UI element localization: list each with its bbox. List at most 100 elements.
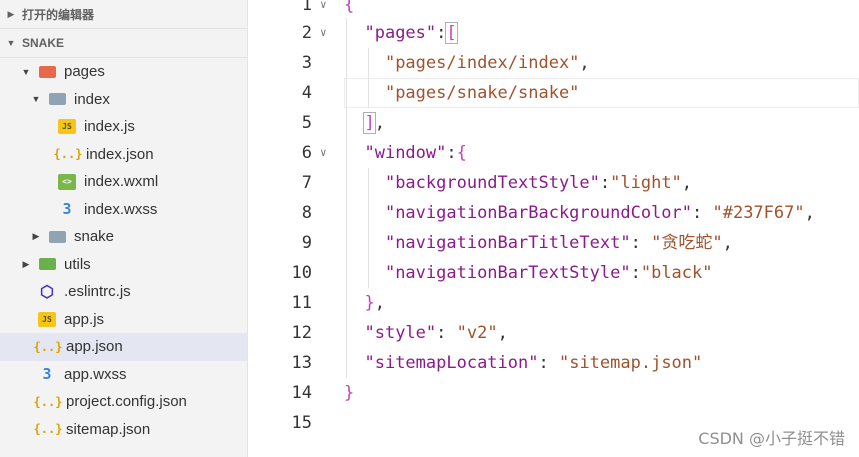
tree-item-label: utils <box>64 255 91 273</box>
bracket: [ <box>445 22 458 44</box>
tree-file-index-wxss[interactable]: 3 index.wxss <box>0 196 247 224</box>
json-key: "sitemapLocation" <box>364 353 539 373</box>
folder-icon <box>38 256 56 272</box>
open-editors-label: 打开的编辑器 <box>22 7 95 22</box>
js-file-icon: JS <box>58 119 76 135</box>
tree-file-app-js[interactable]: JS app.js <box>0 306 247 334</box>
json-file-icon: {..} <box>53 147 83 162</box>
json-string: "v2" <box>456 323 498 343</box>
chevron-down-icon[interactable]: ∨ <box>320 18 327 48</box>
code-line[interactable]: 14 } <box>248 378 859 408</box>
json-string: "pages/index/index" <box>384 53 580 73</box>
tree-file-index-wxml[interactable]: <> index.wxml <box>0 168 247 196</box>
line-number: 6 <box>301 143 312 163</box>
code-line[interactable]: 6 ∨ "window":{ <box>248 138 859 168</box>
folder-open-icon <box>38 64 56 80</box>
code-line[interactable]: 7 "backgroundTextStyle":"light", <box>248 168 859 198</box>
code-line[interactable]: 11 }, <box>248 288 859 318</box>
json-string: "贪吃蛇" <box>651 233 723 253</box>
colon: : <box>599 173 611 193</box>
tree-item-label: .eslintrc.js <box>64 283 131 301</box>
tree-file-sitemap[interactable]: {..} sitemap.json <box>0 416 247 444</box>
code-line[interactable]: 1 ∨ { <box>248 0 859 20</box>
wxml-file-icon: <> <box>58 173 76 190</box>
folder-icon <box>48 229 66 245</box>
js-file-icon: JS <box>38 311 56 327</box>
css-file-icon: 3 <box>62 200 72 219</box>
tree-file-app-wxss[interactable]: 3 app.wxss <box>0 361 247 389</box>
chevron-down-icon[interactable]: ∨ <box>320 0 327 20</box>
json-string: "light" <box>610 173 682 193</box>
code-line[interactable]: 13 "sitemapLocation": "sitemap.json" <box>248 348 859 378</box>
code-line[interactable]: 10 "navigationBarTextStyle":"black" <box>248 258 859 288</box>
line-number: 8 <box>301 203 312 223</box>
tree-file-app-json[interactable]: {..} app.json <box>0 333 247 361</box>
css-file-icon: 3 <box>42 365 52 384</box>
code-line[interactable]: 8 "navigationBarBackgroundColor": "#237F… <box>248 198 859 228</box>
open-editors-header[interactable]: ▶ 打开的编辑器 <box>0 0 247 29</box>
json-file-icon: {..} <box>33 339 63 354</box>
json-file-icon: {..} <box>33 394 63 409</box>
code-line[interactable]: 9 "navigationBarTitleText": "贪吃蛇", <box>248 228 859 258</box>
comma: , <box>374 293 385 313</box>
json-key: "backgroundTextStyle" <box>384 173 600 193</box>
line-number: 7 <box>301 173 312 193</box>
brace: { <box>344 0 355 15</box>
code-editor[interactable]: 1 ∨ { 2 ∨ "pages":[ 3 "pages/index/index… <box>248 0 859 457</box>
line-number: 13 <box>291 353 312 373</box>
line-number: 15 <box>291 413 312 433</box>
json-string: "pages/snake/snake" <box>384 83 580 103</box>
line-number: 5 <box>301 113 312 133</box>
tree-item-label: app.wxss <box>64 365 127 383</box>
tree-file-project-config[interactable]: {..} project.config.json <box>0 388 247 416</box>
tree-item-label: project.config.json <box>66 393 187 411</box>
colon: : <box>692 203 713 223</box>
tree-item-label: index.wxss <box>84 200 158 218</box>
json-key: "navigationBarTitleText" <box>384 233 631 253</box>
tree-folder-index[interactable]: ▼ index <box>0 86 247 114</box>
json-key: "navigationBarBackgroundColor" <box>384 203 692 223</box>
code-line[interactable]: 12 "style": "v2", <box>248 318 859 348</box>
comma: , <box>579 53 590 73</box>
tree-file-eslintrc[interactable]: ⬡ .eslintrc.js <box>0 278 247 306</box>
chevron-down-icon: ▼ <box>31 94 41 105</box>
project-header[interactable]: ▼ SNAKE <box>0 29 247 58</box>
json-key: "style" <box>364 323 437 343</box>
colon: : <box>436 323 457 343</box>
code-line[interactable]: 5 ], <box>248 108 859 138</box>
chevron-down-icon[interactable]: ∨ <box>320 138 327 168</box>
line-number: 9 <box>301 233 312 253</box>
chevron-right-icon: ▶ <box>32 231 40 242</box>
chevron-right-icon: ▶ <box>22 258 30 269</box>
tree-item-label: sitemap.json <box>66 420 151 438</box>
chevron-down-icon: ▼ <box>6 38 16 48</box>
colon: : <box>538 353 559 373</box>
tree-file-index-js[interactable]: JS index.js <box>0 113 247 141</box>
tree-folder-snake[interactable]: ▶ snake <box>0 223 247 251</box>
colon: : <box>630 263 641 283</box>
line-number: 1 <box>301 0 312 15</box>
json-file-icon: {..} <box>33 422 63 437</box>
code-line[interactable]: 3 "pages/index/index", <box>248 48 859 78</box>
explorer-sidebar: ▶ 打开的编辑器 ▼ SNAKE ▼ pages ▼ index JS inde… <box>0 0 248 457</box>
line-number: 11 <box>291 293 312 313</box>
comma: , <box>497 323 508 343</box>
tree-folder-pages[interactable]: ▼ pages <box>0 58 247 86</box>
code-line[interactable]: 2 ∨ "pages":[ <box>248 18 859 48</box>
comma: , <box>681 173 693 193</box>
eslint-icon: ⬡ <box>40 282 54 302</box>
chevron-right-icon: ▶ <box>7 8 15 19</box>
bracket: ] <box>363 112 376 134</box>
comma: , <box>722 233 733 253</box>
line-number: 2 <box>301 23 312 43</box>
line-number: 4 <box>301 83 312 103</box>
project-label: SNAKE <box>22 36 65 50</box>
json-key: "window" <box>364 143 447 163</box>
line-number: 3 <box>301 53 312 73</box>
brace: } <box>344 383 355 403</box>
tree-folder-utils[interactable]: ▶ utils <box>0 251 247 279</box>
tree-item-label: pages <box>64 63 105 81</box>
comma: , <box>374 113 385 133</box>
tree-file-index-json[interactable]: {..} index.json <box>0 141 247 169</box>
code-line[interactable]: 4 "pages/snake/snake" <box>248 78 859 108</box>
